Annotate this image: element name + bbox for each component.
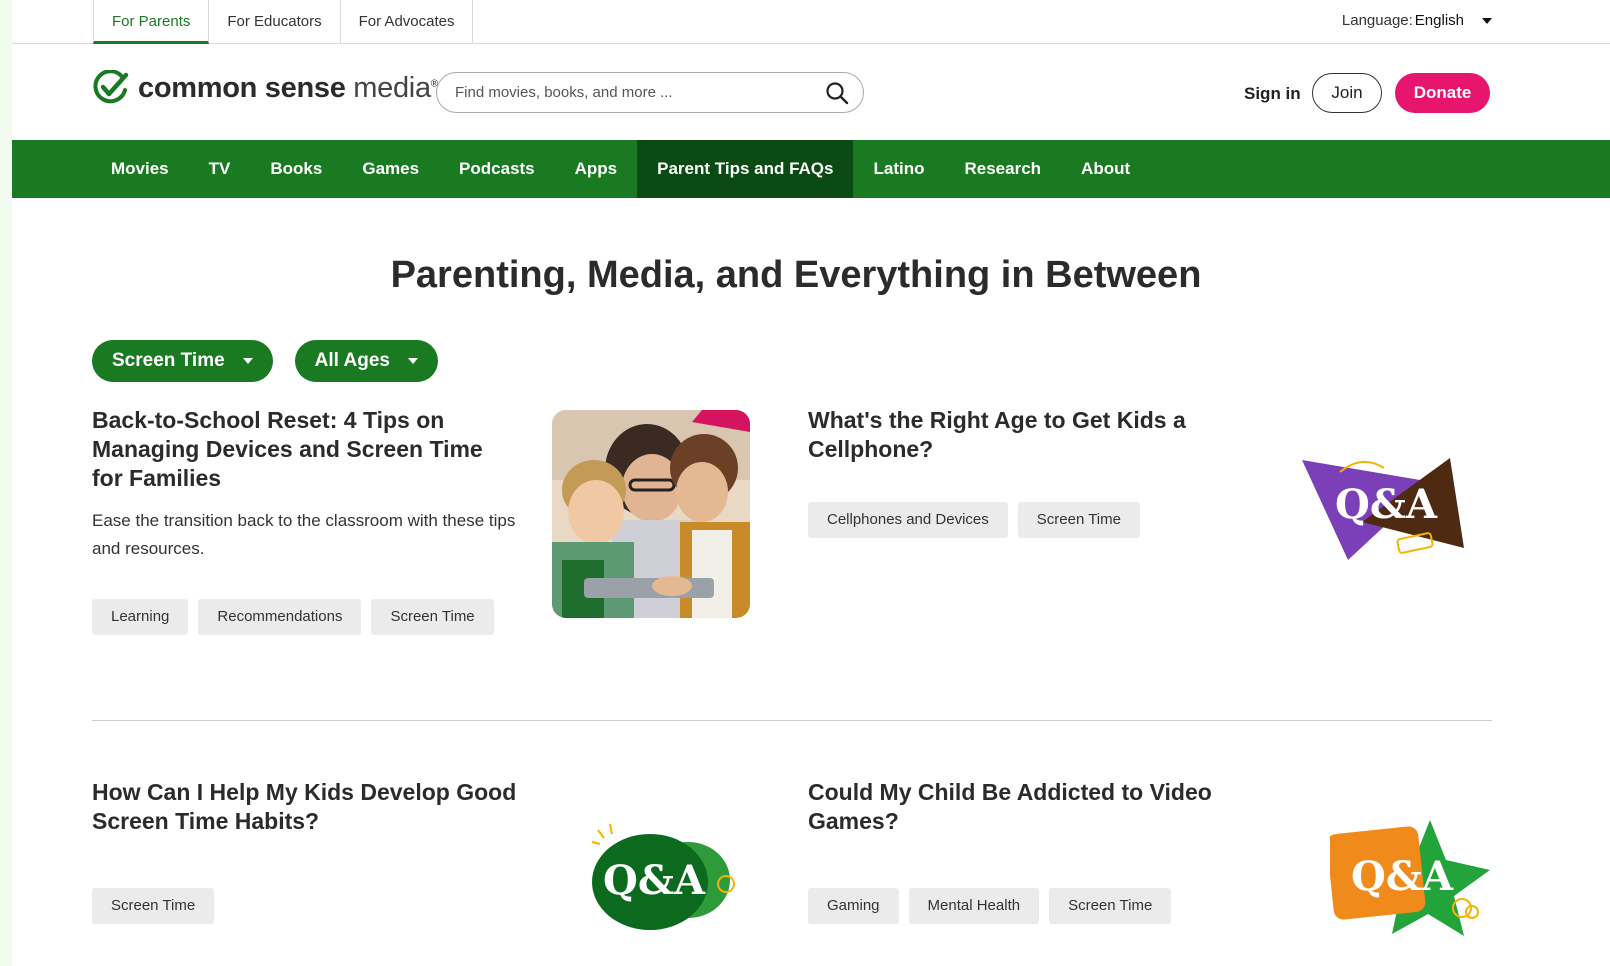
language-label: Language: [1341,12,1413,29]
page-title: Parenting, Media, and Everything in Betw… [390,254,1202,296]
tab-for-parents[interactable]: For Parents [93,0,210,44]
article-title[interactable]: Could My Child Be Addicted to Video Game… [808,778,1228,836]
search-box [436,72,864,113]
tag-cellphones-and-devices[interactable]: Cellphones and Devices [808,502,1008,538]
article-tags: Gaming Mental Health Screen Time [808,888,1228,924]
qa-thumb-text: Q&A [1335,481,1438,528]
filter-bar: Screen Time All Ages [92,340,438,382]
nav-parent-tips[interactable]: Parent Tips and FAQs [637,140,854,198]
divider [92,720,1492,721]
nav-research[interactable]: Research [944,140,1061,198]
age-filter-dropdown[interactable]: All Ages [294,340,438,382]
chevron-down-icon [407,358,418,364]
tag-screen-time[interactable]: Screen Time [1017,502,1140,538]
search-input[interactable] [455,84,825,101]
chevron-down-icon [1482,17,1492,24]
logo[interactable]: common sense media® [92,70,438,106]
language-selector[interactable]: Language: English [1342,12,1492,29]
chevron-down-icon [242,358,253,364]
nav-tv[interactable]: TV [189,140,251,198]
join-button[interactable]: Join [1312,73,1382,113]
nav-movies[interactable]: Movies [91,140,189,198]
tab-for-educators[interactable]: For Educators [209,0,341,44]
article-card: What's the Right Age to Get Kids a Cellp… [808,406,1208,538]
article-title[interactable]: What's the Right Age to Get Kids a Cellp… [808,406,1208,464]
tag-mental-health[interactable]: Mental Health [908,888,1040,924]
article-tags: Learning Recommendations Screen Time [92,599,517,635]
audience-bar: For Parents For Educators For Advocates … [12,0,1610,44]
nav-books[interactable]: Books [250,140,342,198]
article-card: Could My Child Be Addicted to Video Game… [808,778,1228,924]
article-tags: Screen Time [92,888,517,924]
donate-button[interactable]: Donate [1395,73,1490,113]
qa-video-games-thumbnail[interactable]: Q&A [1330,818,1494,938]
page: For Parents For Educators For Advocates … [12,0,1610,966]
checkmark-logo-icon [93,70,129,104]
article-title[interactable]: How Can I Help My Kids Develop Good Scre… [92,778,517,836]
sign-in-link[interactable]: Sign in [1244,84,1301,104]
article-card: How Can I Help My Kids Develop Good Scre… [92,778,517,924]
article-card: Back-to-School Reset: 4 Tips on Managing… [92,406,517,635]
article-tags: Cellphones and Devices Screen Time [808,502,1208,538]
tag-recommendations[interactable]: Recommendations [198,599,362,635]
qa-cellphone-thumbnail[interactable]: Q&A [1302,452,1474,562]
site-header: common sense media® Sign in Join Donate [12,44,1610,140]
tab-for-advocates[interactable]: For Advocates [341,0,474,44]
tag-screen-time[interactable]: Screen Time [92,888,215,924]
article-summary: Ease the transition back to the classroo… [92,511,516,558]
article-title[interactable]: Back-to-School Reset: 4 Tips on Managing… [92,406,517,493]
tag-screen-time[interactable]: Screen Time [1049,888,1172,924]
main-nav: Movies TV Books Games Podcasts Apps Pare… [12,140,1610,198]
nav-about[interactable]: About [1061,140,1150,198]
nav-latino[interactable]: Latino [853,140,944,198]
nav-podcasts[interactable]: Podcasts [439,140,555,198]
logo-text: common sense media® [138,71,438,104]
audience-tabs: For Parents For Educators For Advocates [93,0,474,44]
language-value: English [1414,12,1464,29]
topic-filter-dropdown[interactable]: Screen Time [92,340,273,382]
search-icon[interactable] [825,81,849,105]
qa-thumb-text: Q&A [603,857,706,904]
topic-filter-label: Screen Time [112,350,225,371]
tag-gaming[interactable]: Gaming [808,888,899,924]
nav-apps[interactable]: Apps [555,140,638,198]
age-filter-label: All Ages [314,350,390,371]
family-tablet-photo[interactable] [552,410,750,618]
tag-learning[interactable]: Learning [92,599,189,635]
qa-thumb-text: Q&A [1351,853,1454,900]
qa-screen-habits-thumbnail[interactable]: Q&A [590,822,744,934]
tag-screen-time[interactable]: Screen Time [371,599,494,635]
nav-games[interactable]: Games [342,140,439,198]
